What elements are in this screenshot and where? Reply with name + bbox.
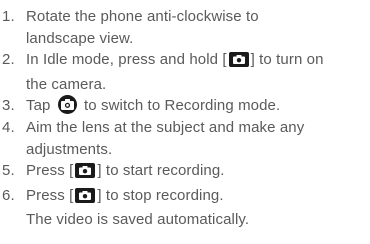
step-text: Press [ ] to stop recording. The video is… bbox=[26, 185, 368, 231]
step-4: 4. Aim the lens at the subject and make … bbox=[0, 117, 368, 160]
step-line: Aim the lens at the subject and make any bbox=[26, 118, 305, 136]
step-2: 2. In Idle mode, press and hold [ ] to tu… bbox=[0, 49, 368, 95]
step-number: 2. bbox=[2, 51, 15, 69]
step-text-pre: In Idle mode, press and hold [ bbox=[26, 51, 227, 69]
step-number: 3. bbox=[2, 97, 15, 115]
step-text-pre: Tap bbox=[26, 97, 55, 115]
step-number: 5. bbox=[2, 162, 15, 180]
step-number: 6. bbox=[2, 186, 15, 204]
camera-key-icon bbox=[73, 187, 97, 210]
step-number: 1. bbox=[2, 8, 15, 25]
steps-list: 1. Rotate the phone anti-clockwise to la… bbox=[0, 6, 368, 231]
step-6: 6. Press [ ] to stop recording. The video… bbox=[0, 185, 368, 231]
step-line: adjustments. bbox=[26, 140, 113, 158]
step-text-post: ] to start recording. bbox=[97, 162, 225, 180]
step-1: 1. Rotate the phone anti-clockwise to la… bbox=[0, 6, 368, 49]
step-text-post: ] to turn on bbox=[250, 51, 324, 69]
instruction-document: 1. Rotate the phone anti-clockwise to la… bbox=[0, 0, 370, 244]
step-3: 3. Tap to switch to Recording mode. bbox=[0, 95, 368, 117]
step-text-post: to switch to Recording mode. bbox=[79, 97, 281, 115]
step-text: In Idle mode, press and hold [ ] to turn … bbox=[26, 49, 368, 95]
step-text-pre: Press [ bbox=[26, 162, 74, 180]
camera-key-icon bbox=[73, 163, 97, 185]
step-note: The video is saved automatically. bbox=[26, 211, 250, 229]
step-line: Rotate the phone anti-clockwise to bbox=[26, 8, 259, 25]
step-text-post: ] to stop recording. bbox=[97, 186, 224, 204]
camera-mode-icon bbox=[57, 95, 77, 115]
camera-key-icon bbox=[227, 52, 251, 74]
step-text: Press [ ] to start recording. bbox=[26, 160, 368, 185]
step-5: 5. Press [ ] to start recording. bbox=[0, 160, 368, 185]
step-text: Rotate the phone anti-clockwise to lands… bbox=[26, 6, 368, 49]
step-text-pre: Press [ bbox=[26, 186, 74, 204]
step-text: Aim the lens at the subject and make any… bbox=[26, 117, 368, 160]
step-line: the camera. bbox=[26, 75, 107, 93]
step-number: 4. bbox=[2, 118, 15, 136]
step-text: Tap to switch to Recording mode. bbox=[26, 95, 368, 117]
step-line: landscape view. bbox=[26, 29, 134, 47]
